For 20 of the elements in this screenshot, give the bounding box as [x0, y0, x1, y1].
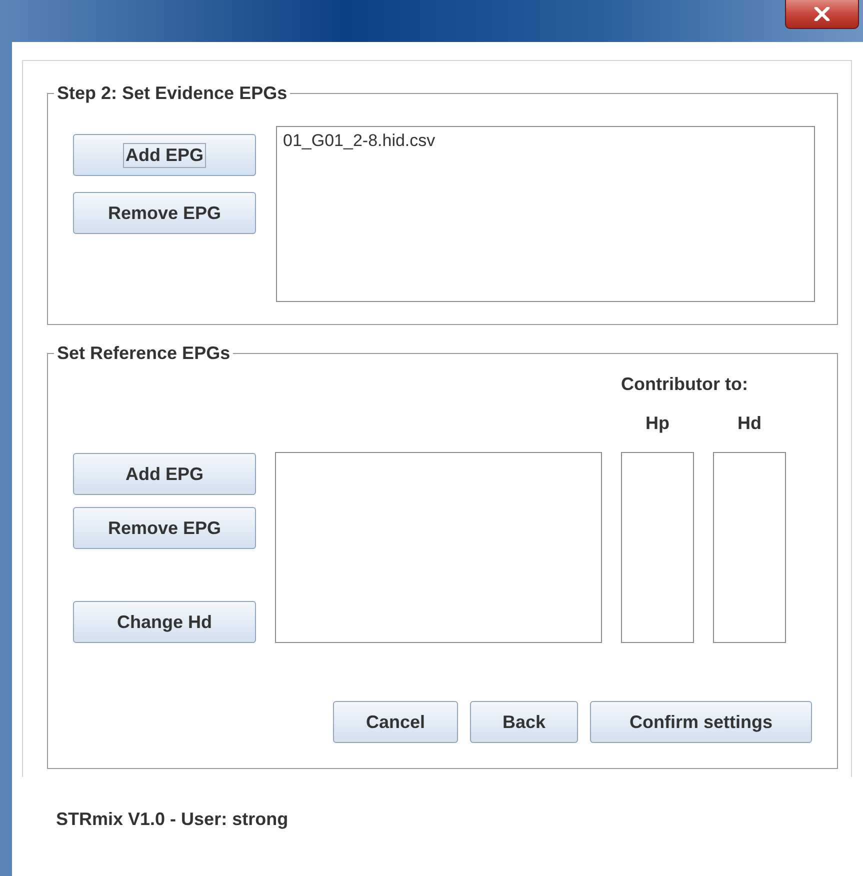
close-icon: [814, 7, 830, 21]
contributor-list[interactable]: [713, 452, 786, 643]
button[interactable]: Remove EPG: [73, 507, 256, 549]
button[interactable]: Back: [470, 701, 578, 743]
file-list[interactable]: 01_G01_2-8.hid.csv: [276, 126, 815, 302]
button[interactable]: Add EPG: [73, 134, 256, 176]
button[interactable]: Cancel: [333, 701, 458, 743]
column-label: Hp: [646, 413, 670, 434]
file-item[interactable]: 01_G01_2-8.hid.csv: [283, 131, 808, 151]
column-heading: Contributor to:: [621, 374, 749, 395]
column-label: Hd: [738, 413, 762, 434]
group-title: Set Reference EPGs: [56, 343, 232, 364]
button[interactable]: Remove EPG: [73, 192, 256, 234]
group-title: Step 2: Set Evidence EPGs: [56, 83, 288, 104]
close-button[interactable]: [785, 0, 859, 29]
button[interactable]: Add EPG: [73, 453, 256, 495]
button[interactable]: Confirm settings: [590, 701, 812, 743]
contributor-list[interactable]: [621, 452, 694, 643]
button[interactable]: Change Hd: [73, 601, 256, 643]
status-text: STRmix V1.0 - User: strong: [56, 809, 290, 830]
